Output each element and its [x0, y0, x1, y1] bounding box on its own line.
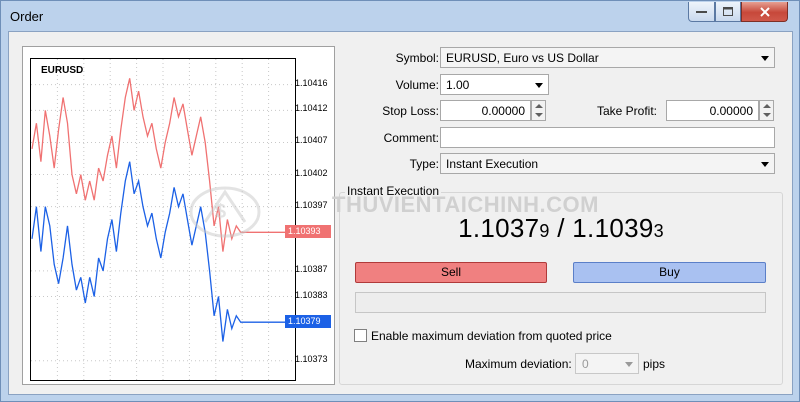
stop-loss-value: 0.00000 [481, 104, 525, 118]
title-bar[interactable]: Order [1, 1, 799, 31]
dialog-body: EURUSD 1.10416 1.10412 1.10407 1.10402 1.103… [8, 31, 793, 395]
price-tick-label: 1.10412 [295, 103, 328, 114]
bid-price-tag: 1.10379 [285, 315, 331, 329]
spin-up-icon[interactable] [535, 104, 543, 108]
buy-button[interactable]: Buy [573, 262, 766, 283]
volume-value: 1.00 [446, 78, 470, 92]
spin-up-icon[interactable] [763, 104, 771, 108]
spin-down-icon[interactable] [535, 113, 543, 117]
minimize-icon [696, 10, 707, 13]
price-tick-label: 1.10383 [295, 289, 328, 300]
max-deviation-value: 0 [582, 357, 589, 371]
max-deviation-checkbox-label[interactable]: Enable maximum deviation from quoted pri… [371, 329, 612, 343]
price-tick-label: 1.10407 [295, 135, 328, 146]
stop-loss-input[interactable]: 0.00000 [440, 100, 531, 121]
order-window: Order EURUSD 1.10416 1.10412 1.10407 1.1040… [0, 0, 800, 402]
price-tick-label: 1.10402 [295, 167, 328, 178]
take-profit-input[interactable]: 0.00000 [666, 100, 759, 121]
volume-select[interactable]: 1.00 [440, 74, 549, 95]
bid-price-last-digit: 9 [539, 221, 550, 241]
price-tick-label: 1.10416 [295, 77, 328, 88]
price-tick-label: 1.10387 [295, 263, 328, 274]
ask-price-main: 1.1039 [572, 213, 654, 243]
maximize-button[interactable] [715, 2, 741, 22]
symbol-select[interactable]: EURUSD, Euro vs US Dollar [440, 47, 775, 68]
price-quote: 1.10379 / 1.10393 [339, 213, 783, 244]
order-type-select[interactable]: Instant Execution [440, 153, 775, 174]
ask-price: 1.10393 [572, 213, 664, 243]
pips-label: pips [643, 357, 666, 371]
chevron-down-icon [761, 56, 769, 61]
close-button[interactable] [741, 2, 788, 22]
stop-loss-label: Stop Loss: [382, 104, 439, 118]
price-separator: / [557, 213, 565, 243]
volume-label: Volume: [395, 78, 439, 92]
take-profit-value: 0.00000 [709, 104, 753, 118]
bid-price-main: 1.1037 [458, 213, 540, 243]
max-deviation-select[interactable]: 0 [575, 353, 639, 374]
chevron-down-icon [761, 162, 769, 167]
comment-input[interactable] [440, 127, 775, 148]
symbol-value: EURUSD, Euro vs US Dollar [446, 51, 599, 65]
window-title: Order [10, 9, 44, 24]
take-profit-spinner[interactable] [759, 100, 774, 121]
svg-text:$: $ [215, 201, 226, 223]
symbol-label: Symbol: [395, 51, 439, 65]
type-label: Type: [409, 157, 439, 171]
chevron-down-icon [535, 83, 543, 88]
take-profit-label: Take Profit: [596, 104, 657, 118]
sell-button[interactable]: Sell [355, 262, 547, 283]
maximize-icon [723, 7, 733, 16]
ask-price-last-digit: 3 [653, 221, 664, 241]
comment-label: Comment: [383, 131, 439, 145]
close-icon [759, 6, 770, 17]
stop-loss-spinner[interactable] [531, 100, 546, 121]
bid-price: 1.10379 [458, 213, 550, 243]
chart-symbol-label: EURUSD [41, 65, 84, 76]
chevron-down-icon [625, 362, 633, 367]
execution-status-bar [355, 292, 766, 313]
max-deviation-checkbox[interactable] [354, 329, 367, 342]
minimize-button[interactable] [688, 2, 715, 22]
price-tick-label: 1.10373 [295, 353, 328, 364]
max-deviation-label: Maximum deviation: [465, 357, 572, 371]
order-type-value: Instant Execution [446, 157, 539, 171]
spin-down-icon[interactable] [763, 113, 771, 117]
